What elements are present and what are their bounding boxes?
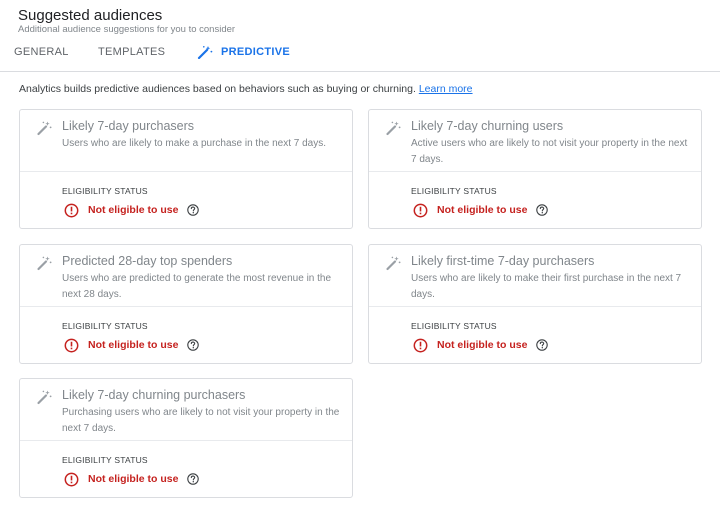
- status-text: Not eligible to use: [88, 204, 179, 216]
- page-header: Suggested audiences Additional audience …: [0, 0, 720, 72]
- eligibility-status-label: ELIGIBILITY STATUS: [411, 321, 497, 331]
- status-text: Not eligible to use: [88, 473, 179, 485]
- help-icon[interactable]: [536, 204, 549, 216]
- eligibility-status: Not eligible to use: [64, 202, 200, 218]
- card-title: Likely 7-day purchasers: [62, 119, 195, 133]
- tab-general-label: GENERAL: [14, 46, 69, 58]
- magic-wand-icon: [37, 256, 52, 271]
- help-icon[interactable]: [536, 339, 549, 351]
- intro-text: Analytics builds predictive audiences ba…: [19, 83, 473, 95]
- tab-templates[interactable]: TEMPLATES: [98, 44, 165, 72]
- magic-wand-icon: [197, 46, 213, 59]
- page-subtitle: Additional audience suggestions for you …: [18, 24, 236, 35]
- error-icon: [413, 203, 428, 217]
- audience-card[interactable]: Likely 7-day churning purchasers Purchasi…: [19, 378, 353, 498]
- intro-description: Analytics builds predictive audiences ba…: [19, 83, 416, 95]
- status-text: Not eligible to use: [437, 339, 528, 351]
- audience-card[interactable]: Likely 7-day purchasers Users who are lik…: [19, 109, 353, 229]
- status-text: Not eligible to use: [88, 339, 179, 351]
- card-header: Likely 7-day churning users Active users …: [369, 110, 701, 172]
- eligibility-status-label: ELIGIBILITY STATUS: [411, 186, 497, 196]
- eligibility-status-label: ELIGIBILITY STATUS: [62, 455, 148, 465]
- error-icon: [64, 338, 79, 352]
- magic-wand-icon: [37, 121, 52, 136]
- eligibility-status: Not eligible to use: [413, 337, 549, 353]
- magic-wand-icon: [386, 256, 401, 271]
- tab-predictive[interactable]: PREDICTIVE: [197, 44, 290, 72]
- help-icon[interactable]: [187, 339, 200, 351]
- card-header: Likely 7-day purchasers Users who are lik…: [20, 110, 352, 172]
- error-icon: [64, 472, 79, 486]
- page-title: Suggested audiences: [18, 7, 163, 24]
- card-title: Likely first-time 7-day purchasers: [411, 254, 595, 268]
- eligibility-status: Not eligible to use: [413, 202, 549, 218]
- card-title: Likely 7-day churning purchasers: [62, 388, 246, 402]
- status-text: Not eligible to use: [437, 204, 528, 216]
- tab-general[interactable]: GENERAL: [14, 44, 69, 72]
- error-icon: [413, 338, 428, 352]
- eligibility-status-label: ELIGIBILITY STATUS: [62, 186, 148, 196]
- card-title: Predicted 28-day top spenders: [62, 254, 233, 268]
- card-header: Predicted 28-day top spenders Users who a…: [20, 245, 352, 307]
- card-title: Likely 7-day churning users: [411, 119, 564, 133]
- help-icon[interactable]: [187, 473, 200, 485]
- audience-card[interactable]: Likely 7-day churning users Active users …: [368, 109, 702, 229]
- eligibility-status: Not eligible to use: [64, 471, 200, 487]
- error-icon: [64, 203, 79, 217]
- card-header: Likely first-time 7-day purchasers Users …: [369, 245, 701, 307]
- audience-card[interactable]: Likely first-time 7-day purchasers Users …: [368, 244, 702, 364]
- learn-more-link[interactable]: Learn more: [419, 83, 473, 95]
- magic-wand-icon: [386, 121, 401, 136]
- magic-wand-icon: [37, 390, 52, 405]
- card-description: Active users who are likely to not visit…: [411, 138, 688, 165]
- audience-card[interactable]: Predicted 28-day top spenders Users who a…: [19, 244, 353, 364]
- help-icon[interactable]: [187, 204, 200, 216]
- card-header: Likely 7-day churning purchasers Purchasi…: [20, 379, 352, 441]
- card-description: Users who are likely to make a purchase …: [62, 138, 327, 149]
- tab-predictive-label: PREDICTIVE: [221, 46, 291, 58]
- eligibility-status-label: ELIGIBILITY STATUS: [62, 321, 148, 331]
- tab-templates-label: TEMPLATES: [98, 46, 166, 58]
- card-description: Users who are likely to make their first…: [411, 273, 682, 300]
- eligibility-status: Not eligible to use: [64, 337, 200, 353]
- card-description: Users who are predicted to generate the …: [62, 273, 332, 300]
- card-description: Purchasing users who are likely to not v…: [62, 407, 340, 434]
